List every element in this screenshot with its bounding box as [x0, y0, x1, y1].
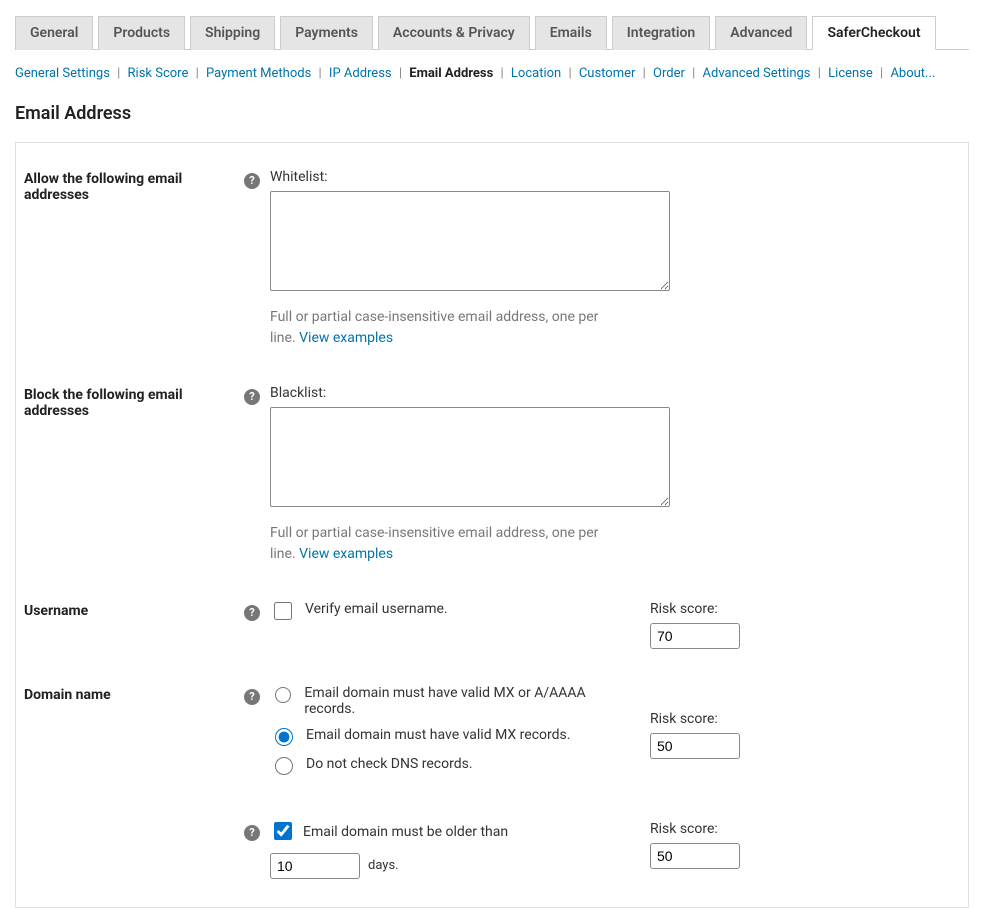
- tab-safercheckout[interactable]: SaferCheckout: [812, 16, 935, 50]
- domain-radio-mx-or-a[interactable]: [275, 686, 291, 704]
- whitelist-view-examples-link[interactable]: View examples: [299, 330, 393, 346]
- top-tabs: GeneralProductsShippingPaymentsAccounts …: [15, 15, 969, 50]
- row-blacklist: Block the following email addresses ? Bl…: [24, 379, 960, 595]
- domain-age-days-input[interactable]: [270, 853, 360, 879]
- whitelist-field-label: Whitelist:: [270, 169, 950, 185]
- subnav-ip-address[interactable]: IP Address: [329, 66, 392, 81]
- row-whitelist-label: Allow the following email addresses: [24, 163, 244, 379]
- row-blacklist-label: Block the following email addresses: [24, 379, 244, 595]
- verify-username-checkbox[interactable]: [274, 602, 292, 620]
- domain-age-label: Email domain must be older than: [303, 824, 508, 840]
- whitelist-textarea[interactable]: [270, 191, 670, 291]
- help-icon[interactable]: ?: [244, 689, 260, 705]
- username-risk-input[interactable]: [650, 623, 740, 649]
- subnav-payment-methods[interactable]: Payment Methods: [206, 66, 311, 81]
- row-whitelist: Allow the following email addresses ? Wh…: [24, 163, 960, 379]
- subnav-advanced-settings[interactable]: Advanced Settings: [703, 66, 811, 81]
- tab-integration[interactable]: Integration: [612, 16, 710, 50]
- subnav-customer[interactable]: Customer: [579, 66, 636, 81]
- domain-age-days-suffix: days.: [368, 858, 399, 873]
- tab-shipping[interactable]: Shipping: [190, 16, 275, 50]
- domain-age-risk-input[interactable]: [650, 843, 740, 869]
- tab-emails[interactable]: Emails: [535, 16, 607, 50]
- help-icon[interactable]: ?: [244, 173, 260, 189]
- subnav-about-[interactable]: About...: [890, 66, 935, 81]
- row-domain-age: ? Email domain must be older than days. …: [24, 815, 960, 887]
- subnav: General Settings | Risk Score | Payment …: [15, 64, 969, 85]
- subnav-general-settings[interactable]: General Settings: [15, 66, 110, 81]
- subnav-risk-score[interactable]: Risk Score: [128, 66, 189, 81]
- domain-radio-mx-only[interactable]: [275, 728, 293, 746]
- tab-products[interactable]: Products: [98, 16, 185, 50]
- domain-radio-mx-or-a-label: Email domain must have valid MX or A/AAA…: [304, 685, 610, 717]
- blacklist-field-label: Blacklist:: [270, 385, 950, 401]
- help-icon[interactable]: ?: [244, 605, 260, 621]
- username-risk-label: Risk score:: [650, 601, 740, 617]
- section-title: Email Address: [15, 103, 969, 124]
- domain-radio-mx-only-label: Email domain must have valid MX records.: [306, 727, 570, 743]
- row-username: Username ? Verify email username. Risk s…: [24, 595, 960, 679]
- blacklist-textarea[interactable]: [270, 407, 670, 507]
- tab-accounts-privacy[interactable]: Accounts & Privacy: [378, 16, 530, 50]
- domain-age-risk-label: Risk score:: [650, 821, 740, 837]
- blacklist-view-examples-link[interactable]: View examples: [299, 546, 393, 562]
- tab-payments[interactable]: Payments: [280, 16, 373, 50]
- row-domain-label: Domain name: [24, 679, 244, 815]
- domain-radio-no-check-label: Do not check DNS records.: [306, 756, 473, 772]
- domain-age-checkbox[interactable]: [274, 822, 292, 840]
- tab-advanced[interactable]: Advanced: [715, 16, 807, 50]
- domain-radio-no-check[interactable]: [275, 757, 293, 775]
- help-icon[interactable]: ?: [244, 389, 260, 405]
- row-username-label: Username: [24, 595, 244, 679]
- subnav-email-address[interactable]: Email Address: [409, 66, 493, 81]
- verify-username-label: Verify email username.: [305, 601, 448, 617]
- subnav-location[interactable]: Location: [511, 66, 561, 81]
- help-icon[interactable]: ?: [244, 825, 260, 841]
- tab-general[interactable]: General: [15, 16, 93, 50]
- domain-risk-label: Risk score:: [650, 711, 740, 727]
- subnav-license[interactable]: License: [828, 66, 873, 81]
- subnav-order[interactable]: Order: [653, 66, 685, 81]
- domain-risk-input[interactable]: [650, 733, 740, 759]
- settings-panel: Allow the following email addresses ? Wh…: [15, 142, 969, 908]
- row-domain: Domain name ? Email domain must have val…: [24, 679, 960, 815]
